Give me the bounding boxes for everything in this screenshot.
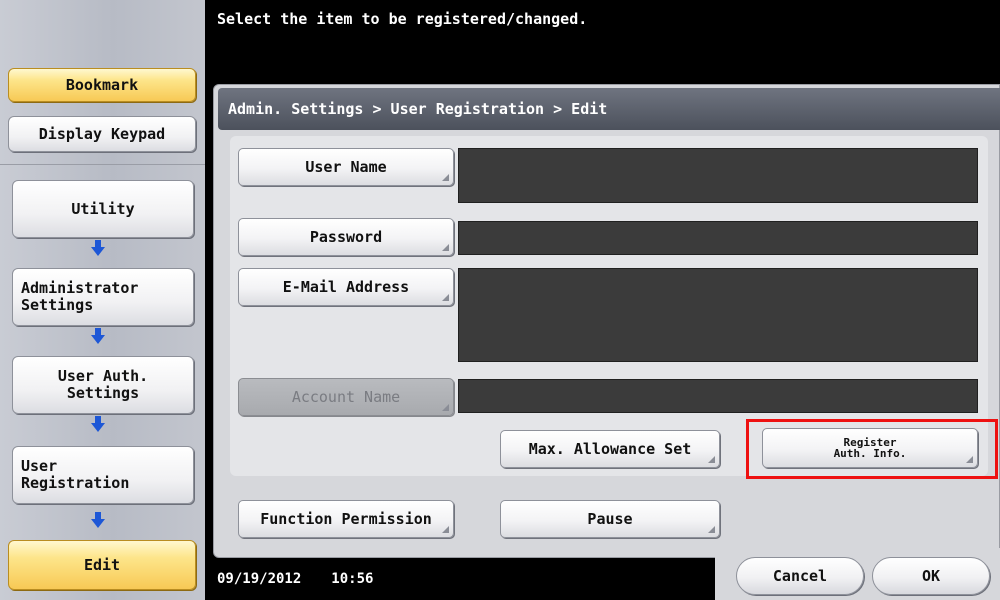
highlight-box bbox=[746, 419, 998, 479]
email-address-field[interactable] bbox=[458, 268, 978, 362]
password-field[interactable] bbox=[458, 221, 978, 255]
nav-edit-button[interactable]: Edit bbox=[8, 540, 196, 590]
user-name-button[interactable]: User Name bbox=[238, 148, 454, 186]
breadcrumb: Admin. Settings > User Registration > Ed… bbox=[218, 88, 1000, 130]
bookmark-button[interactable]: Bookmark bbox=[8, 68, 196, 102]
nav-administrator-settings-button[interactable]: Administrator Settings bbox=[12, 268, 194, 326]
status-bar: 09/19/2012 10:56 bbox=[205, 558, 735, 600]
function-permission-button[interactable]: Function Permission bbox=[238, 500, 454, 538]
breadcrumb-text: Admin. Settings > User Registration > Ed… bbox=[228, 100, 608, 118]
instruction-banner: Select the item to be registered/changed… bbox=[205, 0, 1000, 78]
nav-user-registration-button[interactable]: User Registration bbox=[12, 446, 194, 504]
nav-user-auth-settings-label: User Auth. Settings bbox=[57, 367, 149, 402]
display-keypad-button[interactable]: Display Keypad bbox=[8, 116, 196, 152]
arrow-down-icon bbox=[91, 416, 105, 432]
cancel-button[interactable]: Cancel bbox=[736, 557, 864, 595]
max-allowance-set-button[interactable]: Max. Allowance Set bbox=[500, 430, 720, 468]
pause-button[interactable]: Pause bbox=[500, 500, 720, 538]
nav-utility-button[interactable]: Utility bbox=[12, 180, 194, 238]
arrow-down-icon bbox=[91, 328, 105, 344]
account-name-field bbox=[458, 379, 978, 413]
account-name-button: Account Name bbox=[238, 378, 454, 416]
arrow-down-icon bbox=[91, 512, 105, 528]
status-time: 10:56 bbox=[331, 571, 374, 587]
user-name-field[interactable] bbox=[458, 148, 978, 203]
sidebar-divider bbox=[0, 164, 205, 165]
nav-user-registration-label: User Registration bbox=[21, 457, 130, 492]
nav-user-auth-settings-button[interactable]: User Auth. Settings bbox=[12, 356, 194, 414]
email-address-button[interactable]: E-Mail Address bbox=[238, 268, 454, 306]
nav-administrator-settings-label: Administrator Settings bbox=[21, 279, 139, 314]
password-button[interactable]: Password bbox=[238, 218, 454, 256]
ok-button[interactable]: OK bbox=[872, 557, 990, 595]
instruction-text: Select the item to be registered/changed… bbox=[217, 10, 588, 28]
status-date: 09/19/2012 bbox=[217, 571, 302, 587]
arrow-down-icon bbox=[91, 240, 105, 256]
